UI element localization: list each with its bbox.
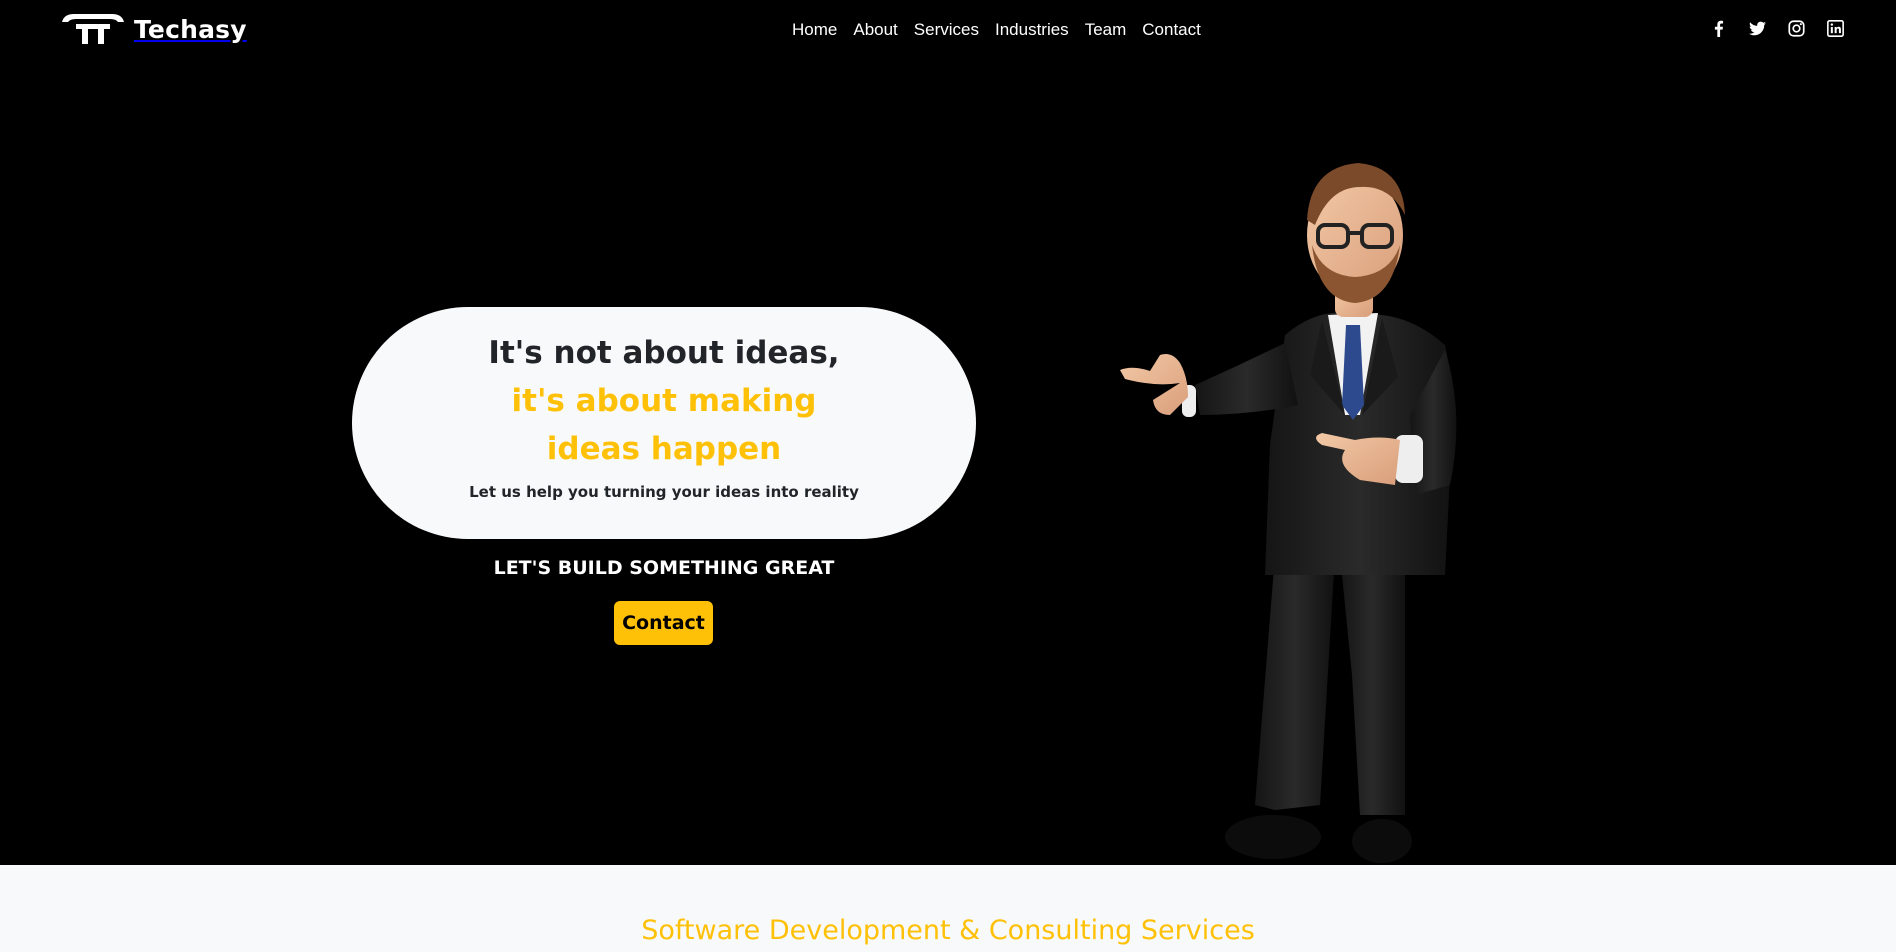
hero-headline: It's not about ideas, it's about making … <box>352 329 976 473</box>
headline-line-2: it's about making <box>511 383 817 419</box>
nav-about[interactable]: About <box>853 20 897 39</box>
hero-subtext: Let us help you turning your ideas into … <box>469 483 859 501</box>
techasy-logo-icon <box>62 14 124 44</box>
nav-home[interactable]: Home <box>792 20 837 39</box>
instagram-link[interactable] <box>1788 20 1805 37</box>
nav-services[interactable]: Services <box>914 20 979 39</box>
twitter-icon <box>1749 21 1766 36</box>
nav-contact[interactable]: Contact <box>1142 20 1201 39</box>
instagram-icon <box>1788 20 1805 37</box>
social-links <box>1710 20 1844 37</box>
navbar: Techasy Home About Services Industries T… <box>0 0 1896 60</box>
hero-card: It's not about ideas, it's about making … <box>352 307 976 539</box>
linkedin-link[interactable] <box>1827 20 1844 37</box>
services-section: Software Development & Consulting Servic… <box>0 865 1896 952</box>
facebook-icon <box>1714 20 1724 37</box>
businessman-pointing-illustration <box>1120 163 1457 863</box>
nav-team[interactable]: Team <box>1085 20 1127 39</box>
hero-section: It's not about ideas, it's about making … <box>0 60 1896 865</box>
nav-links: Home About Services Industries Team Cont… <box>792 20 1201 40</box>
linkedin-icon <box>1827 20 1844 37</box>
headline-line-3: ideas happen <box>546 431 782 467</box>
nav-industries[interactable]: Industries <box>995 20 1069 39</box>
brand-link[interactable]: Techasy <box>60 12 247 46</box>
contact-button[interactable]: Contact <box>614 601 713 645</box>
services-title: Software Development & Consulting Servic… <box>641 915 1255 946</box>
headline-line-1: It's not about ideas, <box>488 335 840 371</box>
twitter-link[interactable] <box>1749 20 1766 37</box>
facebook-link[interactable] <box>1710 20 1727 37</box>
brand-name: Techasy <box>134 14 247 44</box>
cta-text: LET'S BUILD SOMETHING GREAT <box>493 557 835 579</box>
